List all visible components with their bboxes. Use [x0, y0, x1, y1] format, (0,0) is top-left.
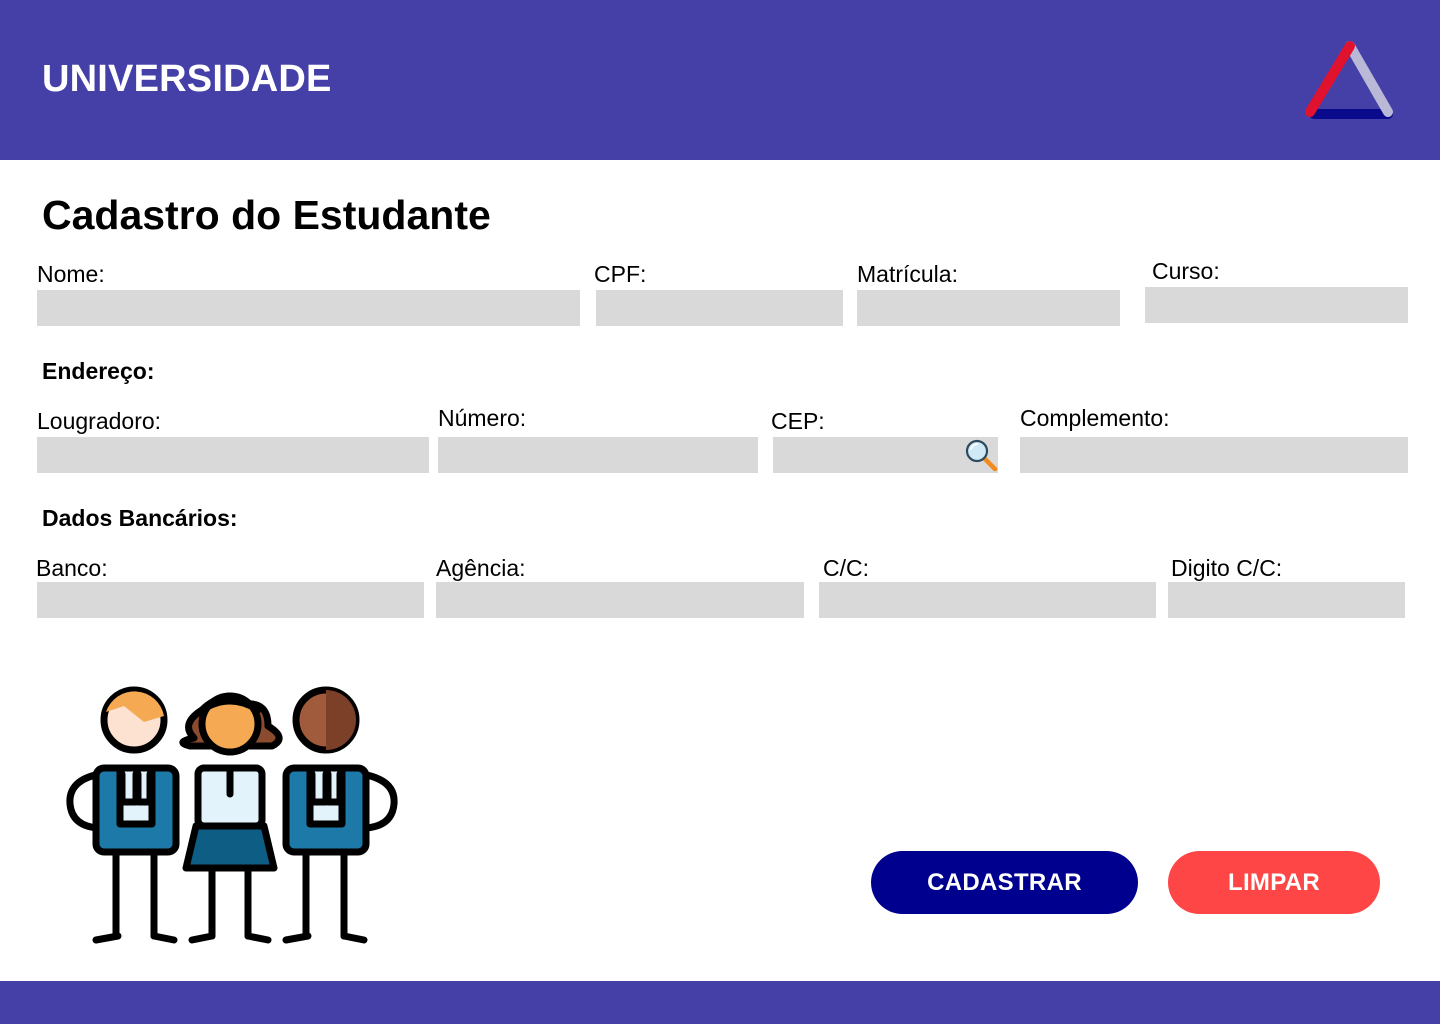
limpar-button[interactable]: LIMPAR	[1168, 851, 1380, 914]
cpf-label: CPF:	[594, 261, 647, 287]
matricula-input[interactable]	[857, 290, 1120, 326]
cc-label: C/C:	[823, 555, 869, 581]
banco-input[interactable]	[37, 582, 424, 618]
logradouro-label: Lougradoro:	[37, 408, 162, 434]
cadastrar-button[interactable]: CADASTRAR	[871, 851, 1138, 914]
numero-label: Número:	[438, 405, 527, 431]
matricula-label: Matrícula:	[857, 261, 958, 287]
cpf-input[interactable]	[596, 290, 843, 326]
agencia-label: Agência:	[436, 555, 526, 581]
cc-input[interactable]	[819, 582, 1156, 618]
banco-label: Banco:	[36, 555, 108, 581]
agencia-input[interactable]	[436, 582, 804, 618]
nome-input[interactable]	[37, 290, 580, 326]
nome-label: Nome:	[37, 261, 105, 287]
complemento-input[interactable]	[1020, 437, 1408, 473]
endereco-section-title: Endereço:	[42, 358, 155, 384]
bottom-bar	[0, 981, 1440, 1024]
curso-input[interactable]	[1145, 287, 1408, 323]
students-group-icon	[66, 686, 398, 944]
magnifier-icon[interactable]	[962, 436, 1002, 476]
top-bar: UNIVERSIDADE	[0, 0, 1440, 160]
curso-label: Curso:	[1152, 258, 1220, 284]
triangle-logo-icon	[1305, 41, 1393, 119]
numero-input[interactable]	[438, 437, 758, 473]
page-title: Cadastro do Estudante	[42, 192, 491, 238]
digito-cc-label: Digito C/C:	[1171, 555, 1283, 581]
digito-cc-input[interactable]	[1168, 582, 1405, 618]
complemento-label: Complemento:	[1020, 405, 1170, 431]
cep-label: CEP:	[771, 408, 825, 434]
dados-bancarios-section-title: Dados Bancários:	[42, 505, 238, 531]
logradouro-input[interactable]	[37, 437, 429, 473]
brand-title: UNIVERSIDADE	[42, 58, 332, 100]
